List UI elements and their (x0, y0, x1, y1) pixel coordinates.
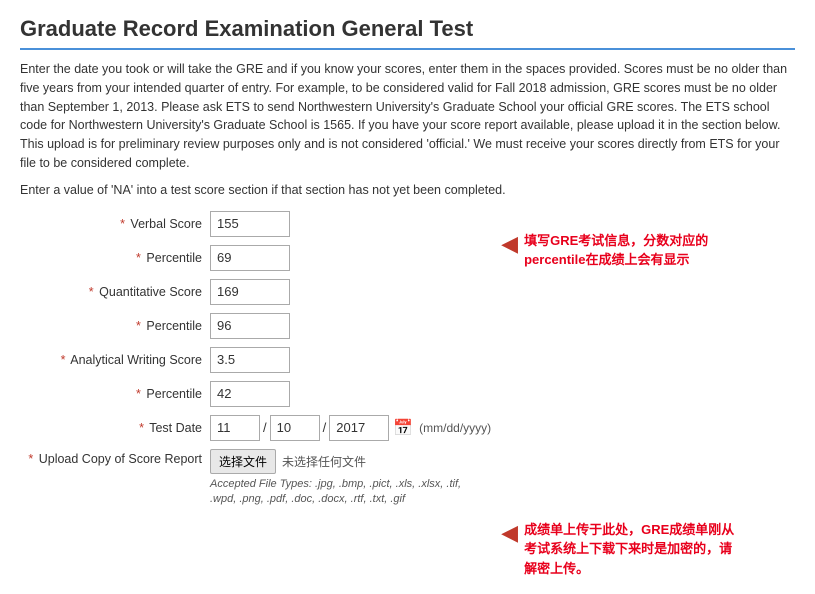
test-date-day[interactable] (270, 415, 320, 441)
date-separator-2: / (323, 420, 327, 435)
upload-row: * Upload Copy of Score Report 选择文件 未选择任何… (20, 449, 491, 508)
analytical-percentile-input[interactable] (210, 381, 290, 407)
no-file-text: 未选择任何文件 (282, 453, 366, 470)
verbal-score-row: * Verbal Score (20, 211, 491, 237)
score-arrow-icon: ◀ (501, 231, 518, 257)
test-date-month[interactable] (210, 415, 260, 441)
calendar-icon[interactable]: 📅 (393, 418, 413, 438)
quant-score-input[interactable] (210, 279, 290, 305)
required-star: * (136, 319, 141, 333)
analytical-score-label: * Analytical Writing Score (20, 353, 210, 367)
quant-score-row: * Quantitative Score (20, 279, 491, 305)
na-note-text: Enter a value of 'NA' into a test score … (20, 183, 795, 197)
required-star: * (136, 387, 141, 401)
upload-label: * Upload Copy of Score Report (20, 449, 210, 466)
choose-file-button[interactable]: 选择文件 (210, 449, 276, 474)
verbal-score-label: * Verbal Score (20, 217, 210, 231)
test-date-year[interactable] (329, 415, 389, 441)
date-separator-1: / (263, 420, 267, 435)
verbal-percentile-label: * Percentile (20, 251, 210, 265)
date-format-label: (mm/dd/yyyy) (419, 421, 491, 435)
quant-percentile-input[interactable] (210, 313, 290, 339)
test-date-label: * Test Date (20, 421, 210, 435)
upload-annotation-text: 成绩单上传于此处，GRE成绩单刚从考试系统上下载下来时是加密的，请解密上传。 (524, 520, 744, 579)
description-text: Enter the date you took or will take the… (20, 60, 795, 173)
analytical-percentile-label: * Percentile (20, 387, 210, 401)
quant-score-label: * Quantitative Score (20, 285, 210, 299)
verbal-percentile-input[interactable] (210, 245, 290, 271)
required-star: * (139, 421, 144, 435)
verbal-percentile-row: * Percentile (20, 245, 491, 271)
accepted-types-text: Accepted File Types: .jpg, .bmp, .pict, … (210, 477, 490, 508)
analytical-score-row: * Analytical Writing Score (20, 347, 491, 373)
score-annotation-text: 填写GRE考试信息，分数对应的percentile在成绩上会有显示 (524, 231, 744, 270)
page-title: Graduate Record Examination General Test (20, 16, 795, 50)
annotation-area: ◀ 填写GRE考试信息，分数对应的percentile在成绩上会有显示 ◀ 成绩… (491, 211, 795, 579)
quant-percentile-row: * Percentile (20, 313, 491, 339)
upload-arrow-icon: ◀ (501, 520, 518, 546)
score-annotation-block: ◀ 填写GRE考试信息，分数对应的percentile在成绩上会有显示 (501, 231, 795, 270)
required-star: * (28, 452, 33, 466)
required-star: * (120, 217, 125, 231)
quant-percentile-label: * Percentile (20, 319, 210, 333)
required-star: * (89, 285, 94, 299)
upload-annotation-block: ◀ 成绩单上传于此处，GRE成绩单刚从考试系统上下载下来时是加密的，请解密上传。 (501, 520, 795, 579)
analytical-percentile-row: * Percentile (20, 381, 491, 407)
verbal-score-input[interactable] (210, 211, 290, 237)
analytical-score-input[interactable] (210, 347, 290, 373)
required-star: * (61, 353, 66, 367)
test-date-row: * Test Date / / 📅 (mm/dd/yyyy) (20, 415, 491, 441)
required-star: * (136, 251, 141, 265)
